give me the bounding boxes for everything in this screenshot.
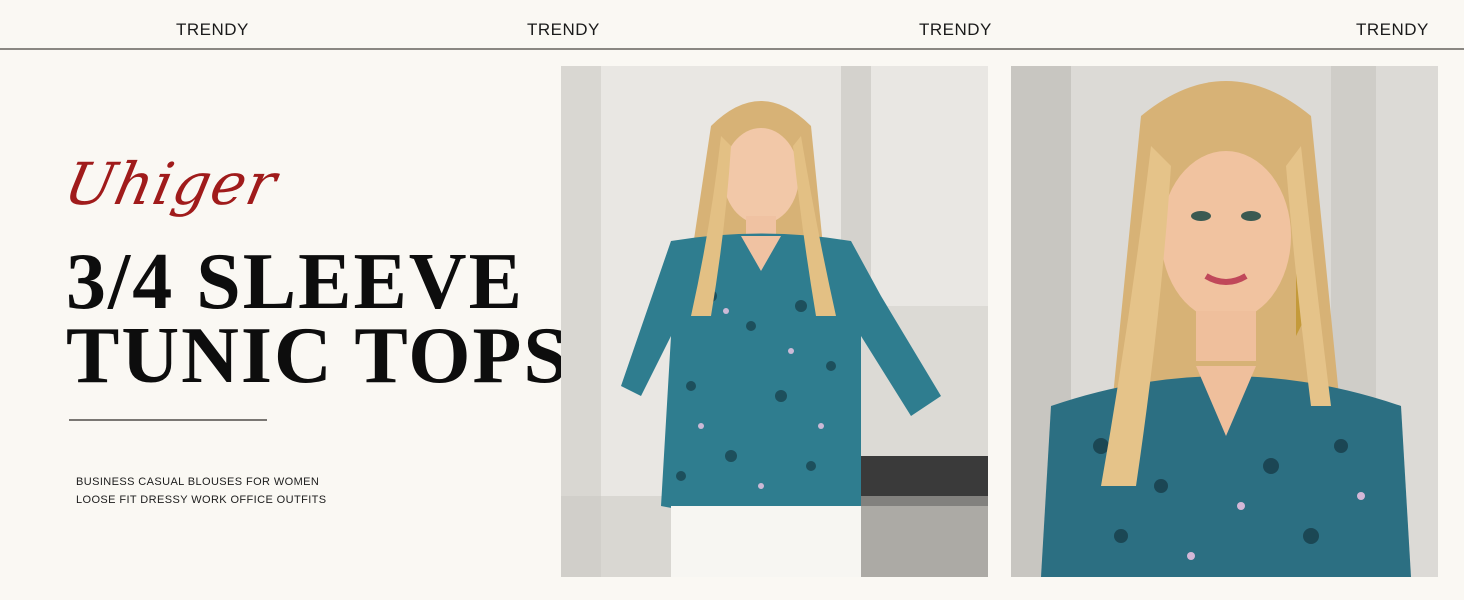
nav-tab-trendy-4[interactable]: TRENDY: [1356, 20, 1429, 40]
model-full-view-photo: [561, 66, 988, 577]
nav-tab-trendy-3[interactable]: TRENDY: [919, 20, 992, 40]
subtitle-line-1: BUSINESS CASUAL BLOUSES FOR WOMEN: [76, 476, 320, 488]
nav-tab-trendy-2[interactable]: TRENDY: [527, 20, 600, 40]
top-nav: TRENDY TRENDY TRENDY TRENDY: [0, 0, 1464, 50]
nav-tab-trendy-1[interactable]: TRENDY: [176, 20, 249, 40]
brand-logo: Uhiger: [58, 150, 284, 218]
headline-divider: [69, 419, 267, 421]
subtitle-line-2: LOOSE FIT DRESSY WORK OFFICE OUTFITS: [76, 494, 327, 506]
headline-line-2: TUNIC TOPS: [66, 312, 570, 400]
model-closeup-photo: [1011, 66, 1438, 577]
headline-line-1: 3/4 SLEEVE: [66, 238, 524, 326]
